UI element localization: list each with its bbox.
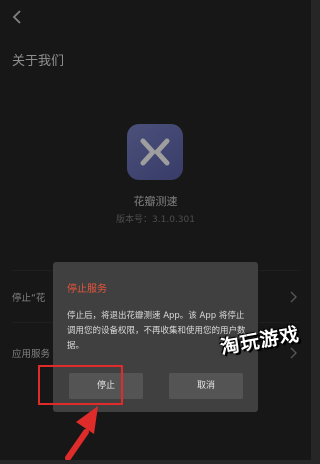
pointer-arrow-icon — [60, 400, 120, 461]
dialog-title: 停止服务 — [67, 284, 107, 295]
highlight-box — [38, 365, 123, 405]
cancel-button[interactable]: 取消 — [169, 373, 243, 399]
